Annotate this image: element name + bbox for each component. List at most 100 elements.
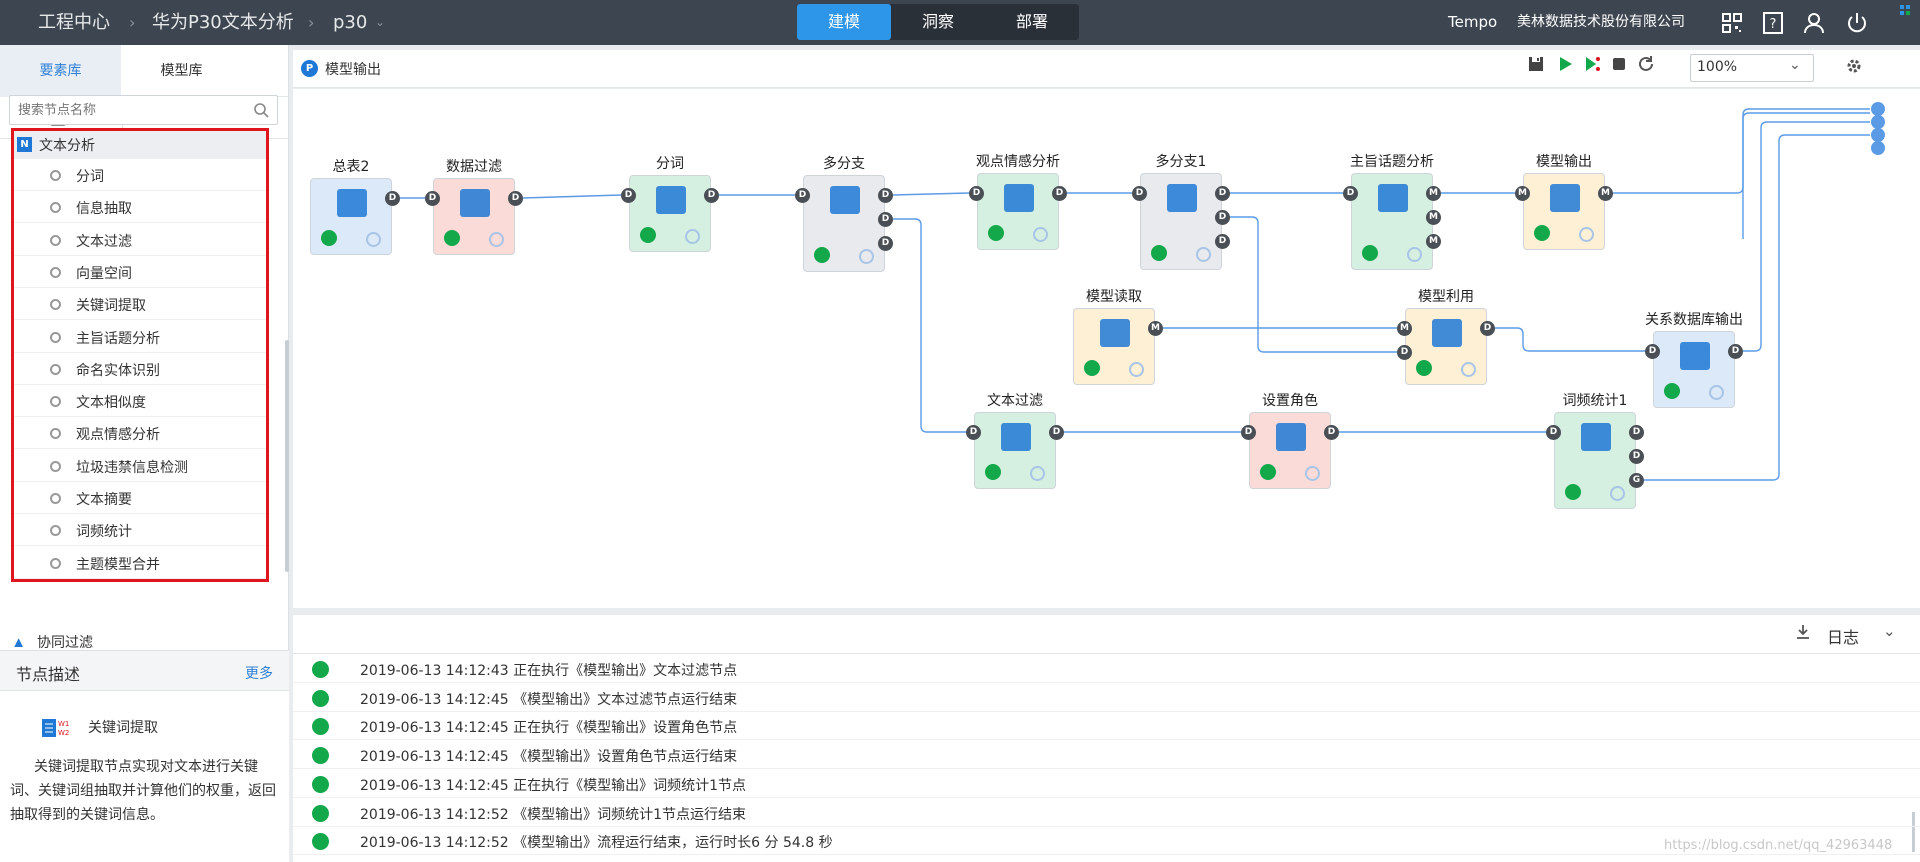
workflow-node[interactable]	[1405, 308, 1487, 385]
tree-item[interactable]: 文本相似度	[14, 385, 266, 418]
zoom-select[interactable]: 100% ⌄	[1690, 54, 1814, 82]
preview-icon[interactable]	[1579, 227, 1594, 242]
tree-item[interactable]: 关键词提取	[14, 288, 266, 321]
run-icon[interactable]	[1556, 55, 1574, 73]
input-port[interactable]: D	[621, 188, 636, 203]
input-port[interactable]: D	[1241, 425, 1256, 440]
output-port[interactable]: D	[878, 236, 893, 251]
output-port[interactable]: D	[1480, 321, 1495, 336]
input-port[interactable]: D	[1132, 186, 1147, 201]
chevron-down-icon[interactable]: ⌄	[375, 0, 385, 45]
tab-modeling[interactable]: 建模	[797, 4, 891, 40]
output-port[interactable]: M	[1598, 186, 1613, 201]
workflow-node[interactable]	[433, 178, 515, 255]
chevron-down-icon[interactable]: ⌄	[1883, 622, 1896, 640]
input-port[interactable]: D	[1397, 345, 1412, 360]
output-port[interactable]: D	[1049, 425, 1064, 440]
stop-icon[interactable]	[1610, 55, 1628, 73]
output-port[interactable]: D	[1215, 186, 1230, 201]
workflow-node[interactable]	[1140, 173, 1222, 270]
tree-item[interactable]: 主旨话题分析	[14, 321, 266, 353]
preview-icon[interactable]	[1610, 486, 1625, 501]
power-icon[interactable]	[1845, 11, 1869, 35]
qrcode-icon[interactable]	[1720, 11, 1744, 35]
preview-icon[interactable]	[1709, 385, 1724, 400]
input-port[interactable]: D	[1343, 186, 1358, 201]
workflow-node[interactable]	[1653, 331, 1735, 408]
desc-more-link[interactable]: 更多	[245, 663, 273, 683]
tab-elements[interactable]: 要素库	[0, 45, 121, 97]
tree-item[interactable]: 观点情感分析	[14, 417, 266, 450]
tree-item[interactable]: 向量空间	[14, 256, 266, 288]
grid-icon[interactable]	[1898, 3, 1916, 21]
tree-item[interactable]: 词频统计	[14, 514, 266, 547]
workflow-node[interactable]	[803, 175, 885, 272]
tree-group-text-analysis[interactable]: N 文本分析	[14, 131, 266, 159]
input-port[interactable]: D	[1645, 344, 1660, 359]
workflow-node[interactable]	[629, 175, 711, 252]
workflow-node[interactable]	[1249, 412, 1331, 489]
workflow-node[interactable]	[1554, 412, 1636, 509]
settings-icon[interactable]	[1845, 57, 1863, 75]
canvas-tab-label[interactable]: 模型输出	[325, 59, 381, 79]
tree-item[interactable]: 主题模型合并	[14, 547, 266, 579]
output-port[interactable]: D	[1728, 344, 1743, 359]
search-icon[interactable]	[253, 102, 269, 118]
output-port[interactable]: M	[1426, 186, 1441, 201]
breadcrumb-model[interactable]: p30	[333, 0, 367, 45]
input-port[interactable]: D	[1546, 425, 1561, 440]
output-port[interactable]: D	[1052, 186, 1067, 201]
output-port[interactable]: G	[1629, 473, 1644, 488]
output-port[interactable]: D	[704, 188, 719, 203]
username[interactable]: Tempo	[1448, 0, 1497, 45]
input-port[interactable]: D	[966, 425, 981, 440]
tree-item[interactable]: 信息抽取	[14, 191, 266, 224]
workflow-node[interactable]	[310, 178, 392, 255]
preview-icon[interactable]	[1196, 247, 1211, 262]
breadcrumb-project[interactable]: 华为P30文本分析	[152, 0, 294, 45]
tree-item[interactable]: 文本摘要	[14, 482, 266, 514]
breadcrumb-project-center[interactable]: 工程中心	[38, 0, 110, 45]
input-port[interactable]: M	[1397, 321, 1412, 336]
collector-port[interactable]	[1871, 102, 1885, 116]
output-port[interactable]: D	[1215, 210, 1230, 225]
preview-icon[interactable]	[489, 232, 504, 247]
output-port[interactable]: D	[1215, 234, 1230, 249]
workflow-node[interactable]	[1523, 173, 1605, 250]
output-port[interactable]: M	[1426, 210, 1441, 225]
input-port[interactable]: D	[795, 188, 810, 203]
preview-icon[interactable]	[859, 249, 874, 264]
tree-item[interactable]: 分词	[14, 159, 266, 191]
input-port[interactable]: D	[425, 191, 440, 206]
scrollbar[interactable]	[285, 340, 289, 572]
preview-icon[interactable]	[1407, 247, 1422, 262]
preview-icon[interactable]	[1030, 466, 1045, 481]
workflow-node[interactable]	[977, 173, 1059, 250]
workflow-node[interactable]	[1073, 308, 1155, 385]
tab-deploy[interactable]: 部署	[985, 4, 1079, 40]
output-port[interactable]: D	[878, 188, 893, 203]
tree-group-next[interactable]: 协同过滤	[37, 635, 93, 649]
run-from-node-icon[interactable]	[1583, 55, 1601, 73]
preview-icon[interactable]	[685, 229, 700, 244]
preview-icon[interactable]	[1129, 362, 1144, 377]
output-port[interactable]: D	[878, 212, 893, 227]
output-port[interactable]: D	[1629, 449, 1644, 464]
output-port[interactable]: D	[1629, 425, 1644, 440]
input-port[interactable]: M	[1515, 186, 1530, 201]
tab-models[interactable]: 模型库	[121, 45, 242, 97]
tree-item[interactable]: 命名实体识别	[14, 353, 266, 385]
save-icon[interactable]	[1527, 55, 1545, 73]
download-icon[interactable]	[1795, 624, 1811, 640]
output-port[interactable]: M	[1148, 321, 1163, 336]
workflow-node[interactable]	[1351, 173, 1433, 270]
workflow-canvas[interactable]: 总表2 D 数据过滤 D D 分词 D D 多分支 D D D D 观点情感分析 D D 多分支1 D D D D 主旨话…	[293, 89, 1920, 608]
preview-icon[interactable]	[1033, 227, 1048, 242]
output-port[interactable]: D	[1324, 425, 1339, 440]
preview-icon[interactable]	[1461, 362, 1476, 377]
user-icon[interactable]	[1802, 11, 1826, 35]
refresh-icon[interactable]	[1637, 55, 1655, 73]
output-port[interactable]: M	[1426, 234, 1441, 249]
collector-port[interactable]	[1871, 141, 1885, 155]
output-port[interactable]: D	[508, 191, 523, 206]
